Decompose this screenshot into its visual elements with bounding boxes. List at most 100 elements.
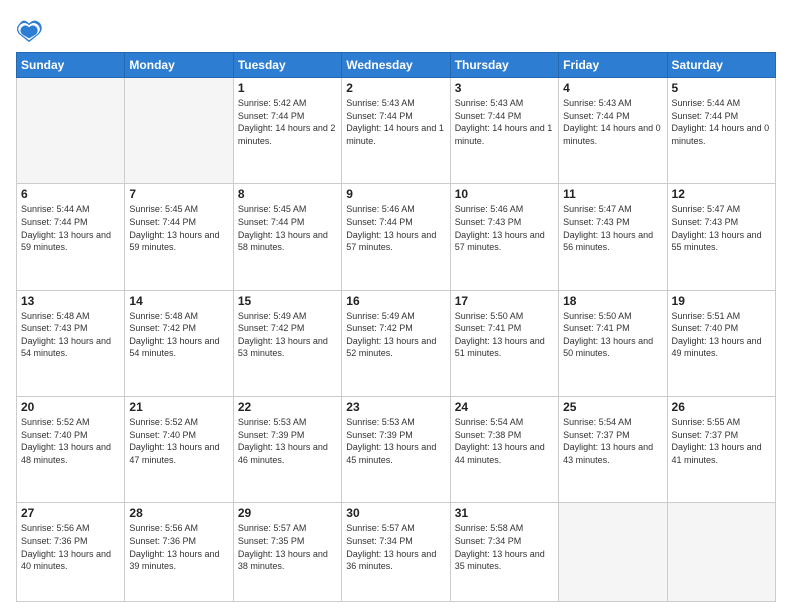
calendar-cell — [559, 503, 667, 602]
day-info: Sunrise: 5:50 AMSunset: 7:41 PMDaylight:… — [563, 310, 662, 360]
calendar-week-row: 1Sunrise: 5:42 AMSunset: 7:44 PMDaylight… — [17, 78, 776, 184]
day-number: 14 — [129, 294, 228, 308]
calendar-dow-sunday: Sunday — [17, 53, 125, 78]
calendar-cell: 20 Sunrise: 5:52 AMSunset: 7:40 PMDayligh… — [17, 397, 125, 503]
day-number: 13 — [21, 294, 120, 308]
calendar-cell: 29 Sunrise: 5:57 AMSunset: 7:35 PMDayligh… — [233, 503, 341, 602]
day-info: Sunrise: 5:46 AMSunset: 7:43 PMDaylight:… — [455, 203, 554, 253]
calendar-cell — [17, 78, 125, 184]
calendar-cell: 18 Sunrise: 5:50 AMSunset: 7:41 PMDayligh… — [559, 290, 667, 396]
day-info: Sunrise: 5:43 AMSunset: 7:44 PMDaylight:… — [455, 97, 554, 147]
calendar-week-row: 13 Sunrise: 5:48 AMSunset: 7:43 PMDayligh… — [17, 290, 776, 396]
day-info: Sunrise: 5:50 AMSunset: 7:41 PMDaylight:… — [455, 310, 554, 360]
calendar-cell: 2Sunrise: 5:43 AMSunset: 7:44 PMDaylight… — [342, 78, 450, 184]
calendar-cell: 15 Sunrise: 5:49 AMSunset: 7:42 PMDayligh… — [233, 290, 341, 396]
day-number: 7 — [129, 187, 228, 201]
day-info: Sunrise: 5:47 AMSunset: 7:43 PMDaylight:… — [563, 203, 662, 253]
calendar-cell: 4Sunrise: 5:43 AMSunset: 7:44 PMDaylight… — [559, 78, 667, 184]
day-info: Sunrise: 5:53 AMSunset: 7:39 PMDaylight:… — [346, 416, 445, 466]
calendar-cell: 27 Sunrise: 5:56 AMSunset: 7:36 PMDayligh… — [17, 503, 125, 602]
day-number: 28 — [129, 506, 228, 520]
day-info: Sunrise: 5:52 AMSunset: 7:40 PMDaylight:… — [129, 416, 228, 466]
calendar-cell: 8 Sunrise: 5:45 AMSunset: 7:44 PMDaylight… — [233, 184, 341, 290]
calendar-cell: 12 Sunrise: 5:47 AMSunset: 7:43 PMDayligh… — [667, 184, 775, 290]
day-info: Sunrise: 5:56 AMSunset: 7:36 PMDaylight:… — [129, 522, 228, 572]
day-info: Sunrise: 5:46 AMSunset: 7:44 PMDaylight:… — [346, 203, 445, 253]
calendar-cell: 26Sunrise: 5:55 AMSunset: 7:37 PMDayligh… — [667, 397, 775, 503]
calendar-cell: 11 Sunrise: 5:47 AMSunset: 7:43 PMDayligh… — [559, 184, 667, 290]
calendar-cell: 3 Sunrise: 5:43 AMSunset: 7:44 PMDaylight… — [450, 78, 558, 184]
logo — [16, 16, 48, 44]
day-number: 18 — [563, 294, 662, 308]
calendar-table: SundayMondayTuesdayWednesdayThursdayFrid… — [16, 52, 776, 602]
day-number: 22 — [238, 400, 337, 414]
day-info: Sunrise: 5:45 AMSunset: 7:44 PMDaylight:… — [238, 203, 337, 253]
day-info: Sunrise: 5:56 AMSunset: 7:36 PMDaylight:… — [21, 522, 120, 572]
calendar-week-row: 20 Sunrise: 5:52 AMSunset: 7:40 PMDayligh… — [17, 397, 776, 503]
day-number: 29 — [238, 506, 337, 520]
logo-icon — [16, 16, 44, 44]
day-number: 9 — [346, 187, 445, 201]
calendar-cell: 9 Sunrise: 5:46 AMSunset: 7:44 PMDaylight… — [342, 184, 450, 290]
day-number: 17 — [455, 294, 554, 308]
calendar-cell: 14 Sunrise: 5:48 AMSunset: 7:42 PMDayligh… — [125, 290, 233, 396]
day-info: Sunrise: 5:45 AMSunset: 7:44 PMDaylight:… — [129, 203, 228, 253]
day-info: Sunrise: 5:57 AMSunset: 7:35 PMDaylight:… — [238, 522, 337, 572]
day-number: 27 — [21, 506, 120, 520]
calendar-dow-saturday: Saturday — [667, 53, 775, 78]
day-number: 20 — [21, 400, 120, 414]
calendar-cell: 23 Sunrise: 5:53 AMSunset: 7:39 PMDayligh… — [342, 397, 450, 503]
calendar-cell: 25 Sunrise: 5:54 AMSunset: 7:37 PMDayligh… — [559, 397, 667, 503]
calendar-dow-thursday: Thursday — [450, 53, 558, 78]
day-number: 21 — [129, 400, 228, 414]
calendar-cell: 13 Sunrise: 5:48 AMSunset: 7:43 PMDayligh… — [17, 290, 125, 396]
calendar-dow-monday: Monday — [125, 53, 233, 78]
day-info: Sunrise: 5:54 AMSunset: 7:37 PMDaylight:… — [563, 416, 662, 466]
day-info: Sunrise: 5:55 AMSunset: 7:37 PMDaylight:… — [672, 416, 771, 466]
day-info: Sunrise: 5:49 AMSunset: 7:42 PMDaylight:… — [238, 310, 337, 360]
day-number: 8 — [238, 187, 337, 201]
day-info: Sunrise: 5:48 AMSunset: 7:42 PMDaylight:… — [129, 310, 228, 360]
day-number: 6 — [21, 187, 120, 201]
day-info: Sunrise: 5:51 AMSunset: 7:40 PMDaylight:… — [672, 310, 771, 360]
day-number: 12 — [672, 187, 771, 201]
day-info: Sunrise: 5:53 AMSunset: 7:39 PMDaylight:… — [238, 416, 337, 466]
calendar-cell — [125, 78, 233, 184]
calendar-cell: 30 Sunrise: 5:57 AMSunset: 7:34 PMDayligh… — [342, 503, 450, 602]
day-number: 31 — [455, 506, 554, 520]
day-number: 10 — [455, 187, 554, 201]
header — [16, 16, 776, 44]
calendar-week-row: 27 Sunrise: 5:56 AMSunset: 7:36 PMDayligh… — [17, 503, 776, 602]
calendar-cell: 5Sunrise: 5:44 AMSunset: 7:44 PMDaylight… — [667, 78, 775, 184]
day-number: 19 — [672, 294, 771, 308]
calendar-dow-friday: Friday — [559, 53, 667, 78]
calendar-week-row: 6 Sunrise: 5:44 AMSunset: 7:44 PMDaylight… — [17, 184, 776, 290]
day-number: 4 — [563, 81, 662, 95]
day-info: Sunrise: 5:48 AMSunset: 7:43 PMDaylight:… — [21, 310, 120, 360]
calendar-cell: 7 Sunrise: 5:45 AMSunset: 7:44 PMDaylight… — [125, 184, 233, 290]
day-number: 11 — [563, 187, 662, 201]
calendar-cell: 24Sunrise: 5:54 AMSunset: 7:38 PMDayligh… — [450, 397, 558, 503]
day-info: Sunrise: 5:44 AMSunset: 7:44 PMDaylight:… — [672, 97, 771, 147]
day-info: Sunrise: 5:49 AMSunset: 7:42 PMDaylight:… — [346, 310, 445, 360]
calendar-dow-tuesday: Tuesday — [233, 53, 341, 78]
day-info: Sunrise: 5:52 AMSunset: 7:40 PMDaylight:… — [21, 416, 120, 466]
calendar-cell: 21 Sunrise: 5:52 AMSunset: 7:40 PMDayligh… — [125, 397, 233, 503]
day-info: Sunrise: 5:57 AMSunset: 7:34 PMDaylight:… — [346, 522, 445, 572]
day-number: 30 — [346, 506, 445, 520]
day-info: Sunrise: 5:47 AMSunset: 7:43 PMDaylight:… — [672, 203, 771, 253]
day-number: 15 — [238, 294, 337, 308]
calendar-cell: 1Sunrise: 5:42 AMSunset: 7:44 PMDaylight… — [233, 78, 341, 184]
day-number: 23 — [346, 400, 445, 414]
day-number: 25 — [563, 400, 662, 414]
day-number: 24 — [455, 400, 554, 414]
calendar-cell — [667, 503, 775, 602]
day-number: 3 — [455, 81, 554, 95]
calendar-cell: 17 Sunrise: 5:50 AMSunset: 7:41 PMDayligh… — [450, 290, 558, 396]
day-info: Sunrise: 5:44 AMSunset: 7:44 PMDaylight:… — [21, 203, 120, 253]
day-number: 16 — [346, 294, 445, 308]
calendar-cell: 6 Sunrise: 5:44 AMSunset: 7:44 PMDaylight… — [17, 184, 125, 290]
day-info: Sunrise: 5:43 AMSunset: 7:44 PMDaylight:… — [346, 97, 445, 147]
calendar-cell: 28 Sunrise: 5:56 AMSunset: 7:36 PMDayligh… — [125, 503, 233, 602]
page: SundayMondayTuesdayWednesdayThursdayFrid… — [0, 0, 792, 612]
